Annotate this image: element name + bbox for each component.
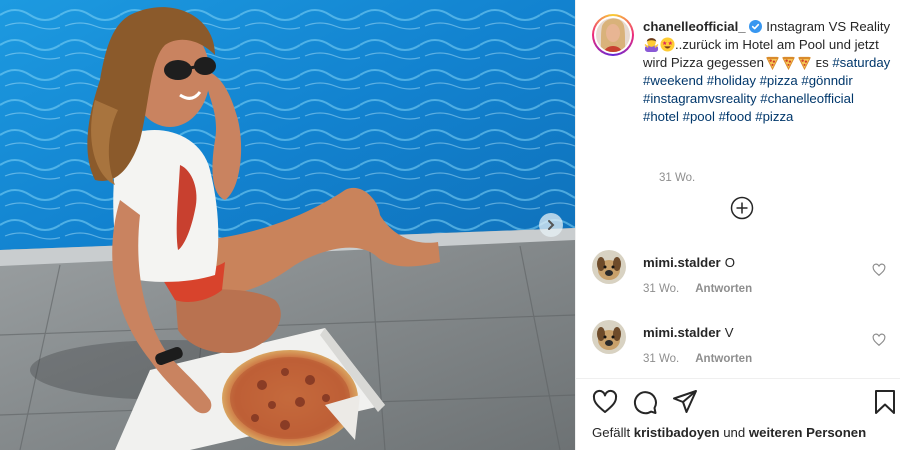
likes-mid: und [723, 425, 746, 440]
hashtag-link[interactable]: #pizza [755, 109, 793, 124]
author-avatar[interactable] [592, 14, 634, 56]
reply-button[interactable]: Antworten [695, 353, 752, 365]
post-image [0, 0, 575, 450]
hashtag-link[interactable]: #pool [683, 109, 715, 124]
hashtag-link[interactable]: #saturday [832, 55, 890, 70]
liker-username[interactable]: kristibadoyen [634, 425, 720, 440]
hashtag-link[interactable]: #hotel [643, 109, 679, 124]
send-icon[interactable] [672, 389, 698, 415]
heart-icon[interactable] [872, 333, 886, 347]
hashtag-link[interactable]: #instagramvsreality [643, 91, 757, 106]
comment-text: mimi.stalder O [643, 255, 735, 270]
comment-time[interactable]: 31 Wo. [643, 283, 679, 295]
comment-text: mimi.stalder V [643, 325, 734, 340]
caption-text: chanelleofficial_ Instagram VS Reality..… [643, 18, 893, 126]
comment-icon[interactable] [632, 389, 658, 415]
likes-summary: Gefällt kristibadoyen und weiteren Perso… [592, 425, 866, 440]
post-actions-bar [592, 389, 895, 415]
hashtag-link[interactable]: #chanelleofficial [760, 91, 854, 106]
author-username[interactable]: chanelleofficial_ [643, 19, 746, 34]
plus-circle-icon [730, 196, 754, 220]
chevron-right-icon [548, 220, 555, 230]
comment-meta: 31 Wo. Antworten [643, 353, 752, 365]
post-details-panel: chanelleofficial_ Instagram VS Reality..… [575, 0, 900, 450]
comment-item: mimi.stalder V 31 Wo. Antworten [592, 320, 892, 380]
dog-avatar-image [592, 320, 626, 354]
pizza-emoji [782, 56, 795, 70]
post-time[interactable]: 31 Wo. [659, 172, 695, 184]
heart-icon[interactable] [592, 389, 618, 415]
commenter-username[interactable]: mimi.stalder [643, 325, 721, 340]
dog-avatar-image [592, 250, 626, 284]
comment-meta: 31 Wo. Antworten [643, 283, 752, 295]
reply-button[interactable]: Antworten [695, 283, 752, 295]
pizza-emoji [766, 56, 779, 70]
comment-time[interactable]: 31 Wo. [643, 353, 679, 365]
verified-badge-icon [748, 20, 762, 33]
bookmark-icon[interactable] [872, 389, 898, 415]
heart-icon[interactable] [872, 263, 886, 277]
next-photo-button[interactable] [539, 213, 563, 237]
caption-segment: Instagram VS Reality [762, 19, 891, 34]
hashtag-link[interactable]: #holiday [707, 73, 756, 88]
comment-content: V [724, 325, 734, 340]
load-more-comments-button[interactable] [730, 196, 754, 220]
hashtag-link[interactable]: #pizza [760, 73, 798, 88]
comment-item: mimi.stalder O 31 Wo. Antworten [592, 250, 892, 310]
comment-content: O [724, 255, 735, 270]
hashtag-link[interactable]: #weekend [643, 73, 703, 88]
hashtag-link[interactable]: #food [719, 109, 752, 124]
likes-prefix: Gefällt [592, 425, 631, 440]
star-struck-emoji [660, 37, 675, 52]
commenter-avatar[interactable] [592, 250, 626, 284]
pizza-emoji [798, 56, 811, 70]
likes-others-link[interactable]: weiteren Personen [749, 425, 866, 440]
caption-body: Instagram VS Reality..zurück im Hotel am… [643, 19, 890, 124]
caption-segment: ᴇs [811, 55, 833, 70]
author-avatar-image [596, 18, 630, 52]
commenter-avatar[interactable] [592, 320, 626, 354]
divider [576, 378, 900, 379]
post-photo[interactable] [0, 0, 575, 450]
commenter-username[interactable]: mimi.stalder [643, 255, 721, 270]
hashtag-link[interactable]: #gönndir [801, 73, 852, 88]
woman-shrugging-emoji [644, 38, 659, 52]
